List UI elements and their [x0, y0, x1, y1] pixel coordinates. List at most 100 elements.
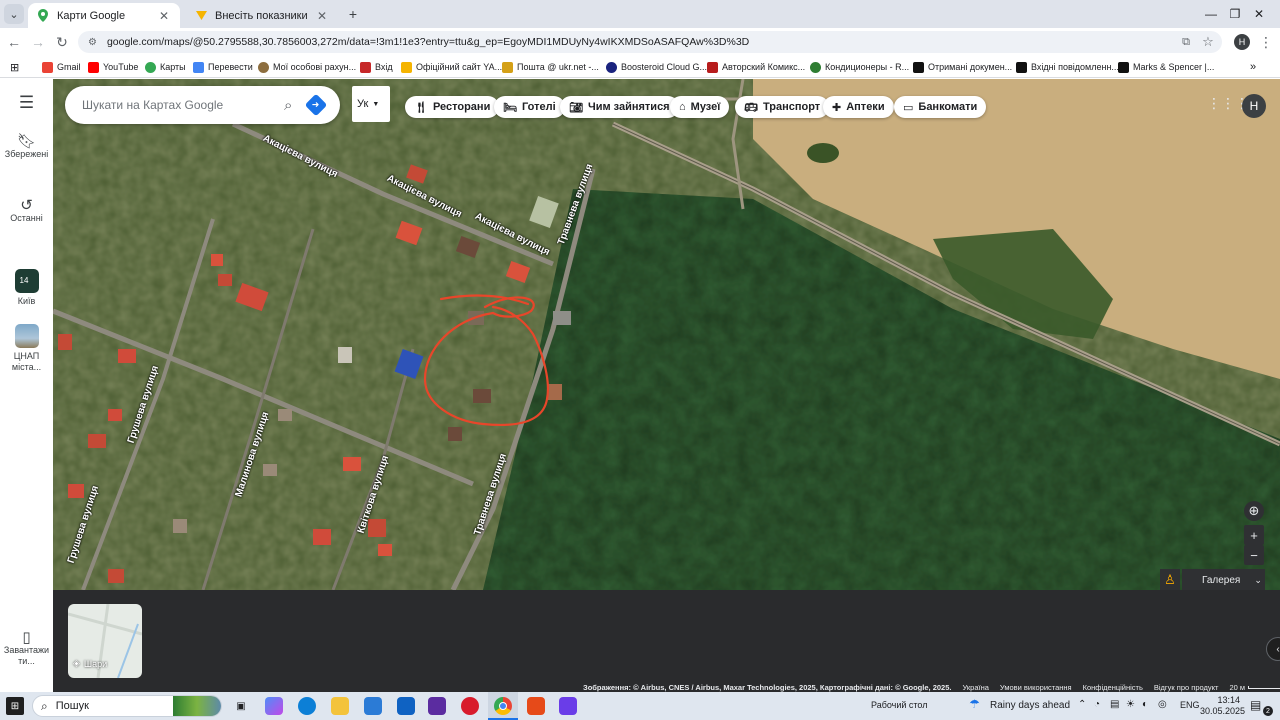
chip-transport[interactable]: 🚌︎ Транспорт	[735, 96, 830, 118]
taskbar-search-label: Пошук	[55, 700, 89, 712]
file-explorer-icon[interactable]	[331, 697, 349, 715]
menu-hamburger-icon[interactable]: ☰	[0, 94, 53, 111]
chip-things-to-do[interactable]: 📷︎ Чим зайнятися	[560, 96, 679, 118]
input-language[interactable]: ENG	[1180, 700, 1200, 710]
tab-search-button[interactable]: ⌄	[4, 4, 24, 24]
reload-icon[interactable]: ↻	[52, 32, 72, 52]
layers-button[interactable]: ◈ Шари	[68, 604, 142, 678]
taskbar-search[interactable]: ⌕ Пошук	[32, 695, 222, 717]
rail-place-label: ЦНАП міста...	[11, 351, 42, 372]
weather-rain-icon[interactable]: ☂	[969, 697, 980, 711]
profile-avatar[interactable]: H	[1234, 34, 1250, 50]
site-info-icon[interactable]: ⚙	[88, 37, 97, 48]
app-icon[interactable]	[559, 697, 577, 715]
bookmark-maps[interactable]: Карты	[145, 59, 186, 75]
bookmark-conditioners[interactable]: Кондиционеры - R...	[810, 59, 909, 75]
chrome-icon	[494, 697, 512, 715]
install-app-icon[interactable]: ⧉	[1176, 32, 1196, 52]
bookmark-comics[interactable]: Авторский Комикс...	[707, 59, 805, 75]
bookmark-translate[interactable]: Перевести	[193, 59, 253, 75]
weather-text[interactable]: Rainy days ahead	[990, 700, 1070, 711]
new-tab-button[interactable]: +	[343, 4, 363, 24]
bookmark-messages[interactable]: Вхідні повідомленн...	[1016, 59, 1119, 75]
brave-icon[interactable]	[527, 697, 545, 715]
search-input[interactable]	[82, 98, 272, 112]
outlook-icon[interactable]	[397, 697, 415, 715]
close-tab-icon[interactable]: ✕	[156, 9, 172, 23]
close-tab-icon[interactable]: ✕	[314, 9, 330, 23]
tab-google-maps[interactable]: Карти Google ✕	[28, 3, 180, 28]
start-windows-icon[interactable]: ⊞	[6, 697, 24, 715]
layers-label: Шари	[83, 658, 108, 669]
show-hidden-icons[interactable]: ⌃	[1078, 699, 1086, 710]
game-launcher-icon[interactable]	[428, 697, 446, 715]
rail-place-kyiv[interactable]: 14 Київ	[0, 269, 53, 307]
bookmark-gmail[interactable]: Gmail	[42, 59, 81, 75]
bookmark-documents[interactable]: Отримані докумен...	[913, 59, 1012, 75]
menu-dots-icon[interactable]: ⋮	[1256, 32, 1276, 52]
edge-icon[interactable]	[298, 697, 316, 715]
feedback-link[interactable]: Відгук про продукт	[1154, 683, 1219, 692]
zoom-in-button[interactable]: +	[1244, 525, 1264, 545]
desktop-toolbar-label[interactable]: Рабочий стол	[871, 700, 928, 710]
bookmark-accounts[interactable]: Мої особові рахун...	[258, 59, 356, 75]
my-location-icon[interactable]: ⊕	[1244, 501, 1264, 521]
browser-toolbar: ← → ↻ ⚙ google.com/maps/@50.2795588,30.7…	[0, 28, 1280, 56]
zoom-out-button[interactable]: −	[1244, 545, 1264, 565]
rail-recent-label: Останні	[10, 213, 43, 223]
rail-saved[interactable]: 🔖︎ Збережені	[0, 134, 53, 160]
notification-count: 2	[1263, 706, 1273, 716]
bookmark-star-icon[interactable]: ☆	[1198, 32, 1218, 52]
tray-app-icon[interactable]: ◎	[1158, 699, 1167, 710]
chip-restaurants[interactable]: 🍴︎ Ресторани	[405, 96, 500, 118]
place-thumbnail	[14, 324, 39, 348]
fork-knife-icon: 🍴︎	[414, 101, 428, 114]
terms-link[interactable]: Умови використання	[1000, 683, 1072, 692]
apps-grid-icon[interactable]: ⊞	[10, 59, 19, 75]
satellite-map[interactable]: Акацієва вулиця Акацієва вулиця Акацієва…	[53, 79, 1280, 590]
search-icon[interactable]: ⌕	[284, 97, 292, 114]
language-selector[interactable]: Ук ▼	[352, 86, 390, 122]
chip-pharmacies[interactable]: ✚ Аптеки	[823, 96, 894, 118]
chrome-taskbar-active[interactable]	[488, 692, 518, 720]
clock[interactable]: 13:14 30.05.2025	[1200, 695, 1245, 717]
pegman-icon[interactable]: ♙	[1160, 569, 1180, 591]
privacy-link[interactable]: Конфіденційність	[1083, 683, 1143, 692]
maps-left-rail: ☰ 🔖︎ Збережені ↺ Останні 14 Київ ЦНАП мі…	[0, 79, 53, 692]
close-window-icon[interactable]: ✕	[1236, 0, 1280, 28]
store-icon[interactable]	[364, 697, 382, 715]
task-view-icon[interactable]: ▣	[232, 697, 250, 715]
bookmark-marks-spencer[interactable]: Marks & Spencer |...	[1118, 59, 1214, 75]
gallery-button[interactable]: Галерея ⌄	[1182, 569, 1265, 591]
chip-hotels[interactable]: 🛏︎ Готелі	[494, 96, 565, 118]
opera-icon[interactable]	[461, 697, 479, 715]
scale-bar[interactable]: 20 м	[1229, 683, 1280, 692]
copilot-icon[interactable]	[265, 697, 283, 715]
more-bookmarks-icon[interactable]: »	[1250, 59, 1256, 75]
bookmark-login[interactable]: Вхід	[360, 59, 393, 75]
forward-icon[interactable]: →	[28, 32, 48, 52]
browser-tab-strip: ⌄ Карти Google ✕ Внесіть показники ✕ + —…	[0, 0, 1280, 28]
tray-app-icon[interactable]: ▤	[1110, 699, 1119, 710]
address-bar[interactable]: ⚙ google.com/maps/@50.2795588,30.7856003…	[78, 31, 1222, 53]
tray-app-icon[interactable]: ◐	[1142, 699, 1148, 710]
bookmark-ukrnet[interactable]: Пошта @ ukr.net -...	[502, 59, 599, 75]
chip-atms[interactable]: ▭ Банкомати	[894, 96, 987, 118]
country-link[interactable]: Україна	[962, 683, 988, 692]
rail-place-cnap[interactable]: ЦНАП міста...	[0, 324, 53, 373]
tab-meter-readings[interactable]: Внесіть показники ✕	[186, 3, 338, 28]
directions-icon[interactable]: ➜	[305, 93, 328, 117]
notifications-icon[interactable]: ▤	[1250, 698, 1261, 712]
back-icon[interactable]: ←	[4, 32, 24, 52]
tray-app-icon[interactable]: ☀	[1126, 699, 1135, 710]
rail-recent[interactable]: ↺ Останні	[0, 198, 53, 224]
bookmark-yasno[interactable]: Офіційний сайт YA...	[401, 59, 502, 75]
gallery-label: Галерея	[1202, 574, 1241, 586]
bookmark-boosteroid[interactable]: Boosteroid Cloud G...	[606, 59, 707, 75]
tray-app-icon[interactable]: ◔	[1094, 699, 1100, 710]
account-avatar[interactable]: H	[1242, 94, 1266, 118]
chip-museums[interactable]: ⌂ Музеї	[670, 96, 730, 118]
bookmark-youtube[interactable]: YouTube	[88, 59, 138, 75]
rail-download[interactable]: ▯ Завантажити...	[0, 630, 53, 667]
bookmarks-bar: ⊞ Gmail YouTube Карты Перевести Мої особ…	[0, 56, 1280, 78]
